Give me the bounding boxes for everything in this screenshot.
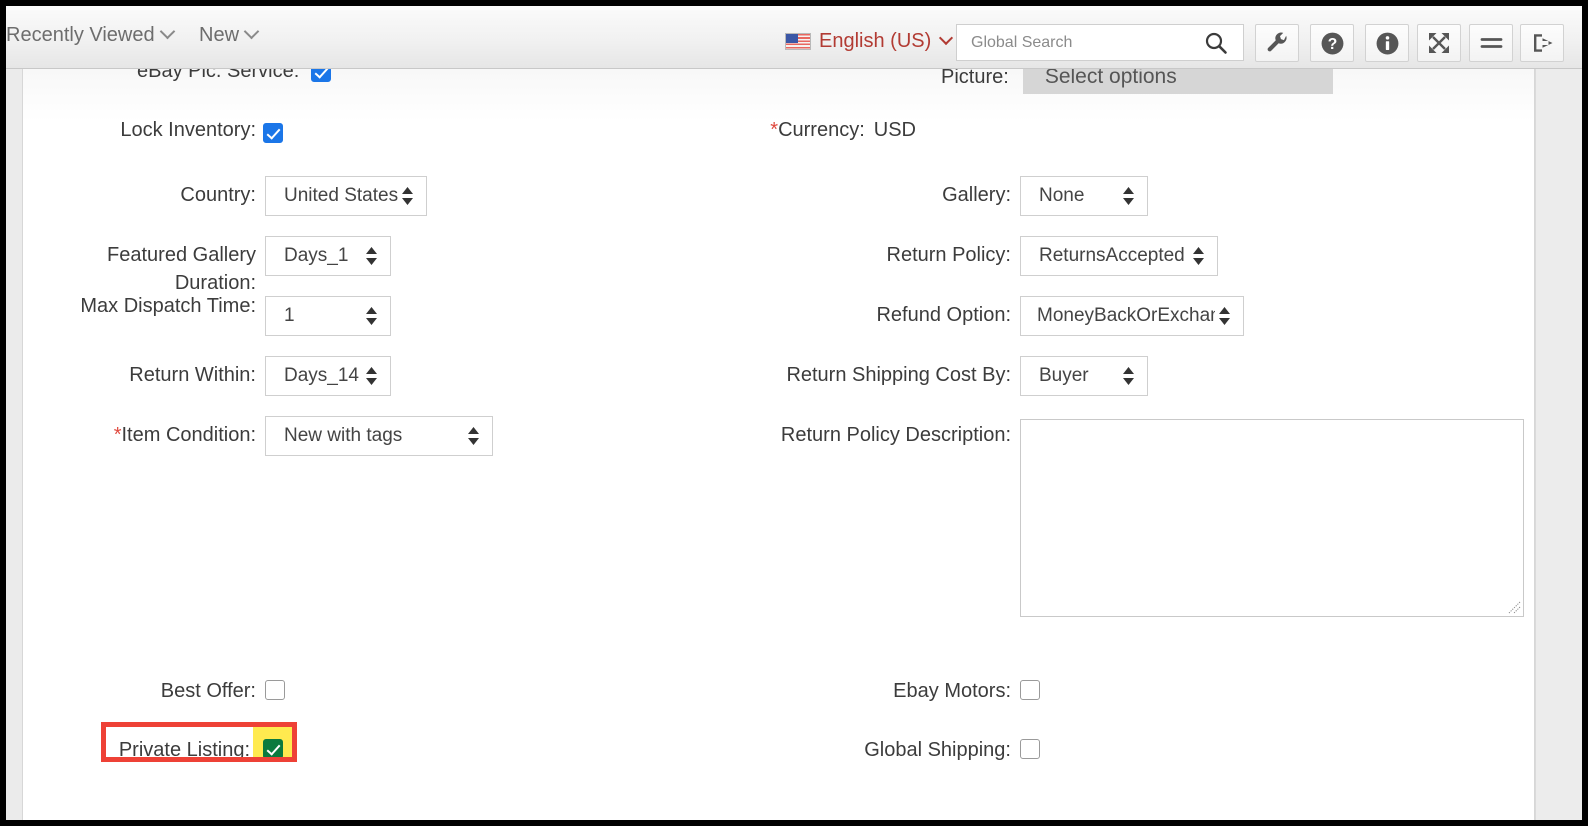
lock-inventory-row: Lock Inventory: <box>6 119 256 142</box>
global-shipping-checkbox[interactable] <box>1020 739 1040 759</box>
search-input[interactable] <box>969 32 1201 53</box>
hamburger-icon <box>1480 38 1502 48</box>
expand-icon <box>1429 33 1449 53</box>
chevron-updown-icon <box>1219 307 1230 325</box>
chevron-updown-icon <box>1123 367 1134 385</box>
featured-gallery-label: Featured Gallery <box>107 244 256 266</box>
item-condition-label: *Item Condition: <box>113 424 256 446</box>
duration-label: Duration: <box>174 272 256 294</box>
help-icon-button[interactable]: ? <box>1310 24 1354 62</box>
max-dispatch-time-value: 1 <box>284 305 295 326</box>
best-offer-label: Best Offer: <box>160 680 256 702</box>
country-label: Country: <box>180 184 256 206</box>
chevron-down-icon <box>159 23 175 40</box>
gallery-select[interactable]: None <box>1020 176 1148 216</box>
new-menu[interactable]: New <box>199 23 260 47</box>
required-star: * <box>770 119 779 141</box>
chevron-down-icon <box>939 30 954 45</box>
featured-gallery-select-value: Days_1 <box>284 245 349 266</box>
lock-inventory-label: Lock Inventory: <box>120 119 256 141</box>
refund-option-value: MoneyBackOrExchange <box>1037 305 1215 326</box>
language-label: English (US) <box>819 30 932 52</box>
gallery-label: Gallery: <box>942 184 1011 206</box>
global-shipping-label: Global Shipping: <box>864 739 1011 761</box>
return-policy-select[interactable]: ReturnsAccepted <box>1020 236 1218 276</box>
ebay-motors-row: Ebay Motors: <box>666 680 1011 703</box>
item-condition-select[interactable]: New with tags <box>265 416 493 456</box>
country-select[interactable]: United States <box>265 176 427 216</box>
return-within-select[interactable]: Days_14 <box>265 356 391 396</box>
max-dispatch-time-select[interactable]: 1 <box>265 296 391 336</box>
svg-text:?: ? <box>1327 36 1337 53</box>
top-header-bar: Recently Viewed New English (US) Global … <box>6 6 1582 69</box>
search-icon[interactable] <box>1203 30 1229 56</box>
item-condition-row: *Item Condition: <box>6 424 256 447</box>
resize-grip-icon[interactable] <box>1507 600 1521 614</box>
language-selector[interactable]: English (US) <box>785 30 954 53</box>
currency-label: *Currency: <box>770 119 865 141</box>
max-dispatch-time-label: Max Dispatch Time: <box>80 295 256 317</box>
return-policy-label: Return Policy: <box>886 244 1012 266</box>
gallery-row: Gallery: <box>666 184 1011 207</box>
return-shipping-cost-value: Buyer <box>1039 365 1089 386</box>
chevron-updown-icon <box>1193 247 1204 265</box>
refund-option-label: Refund Option: <box>876 304 1011 326</box>
recently-viewed-menu[interactable]: Recently Viewed <box>6 23 175 47</box>
return-policy-description-label: Return Policy Description: <box>780 424 1011 446</box>
new-label: New <box>199 24 240 46</box>
currency-value: USD <box>873 119 916 141</box>
return-within-label: Return Within: <box>129 364 256 386</box>
chevron-down-icon <box>243 23 260 40</box>
private-listing-label: Private Listing: <box>118 739 250 761</box>
return-shipping-cost-row: Return Shipping Cost By: <box>666 364 1011 387</box>
return-within-value: Days_14 <box>284 365 359 386</box>
return-policy-value: ReturnsAccepted <box>1039 245 1185 266</box>
chevron-updown-icon <box>402 187 413 205</box>
global-shipping-row: Global Shipping: <box>666 739 1011 762</box>
recently-viewed-label: Recently Viewed <box>6 24 155 46</box>
return-shipping-cost-label: Return Shipping Cost By: <box>786 364 1011 386</box>
help-icon: ? <box>1321 32 1343 54</box>
featured-gallery-select[interactable]: Days_1 <box>265 236 391 276</box>
country-select-value: United States <box>284 185 399 206</box>
info-icon <box>1376 32 1398 54</box>
chevron-updown-icon <box>366 307 377 325</box>
return-shipping-cost-select[interactable]: Buyer <box>1020 356 1148 396</box>
private-listing-row: Private Listing: <box>6 739 250 762</box>
gallery-value: None <box>1039 185 1085 206</box>
logout-icon-button[interactable] <box>1520 24 1564 62</box>
best-offer-row: Best Offer: <box>6 680 256 703</box>
ebay-motors-checkbox[interactable] <box>1020 680 1040 700</box>
item-condition-value: New with tags <box>284 425 403 446</box>
chevron-updown-icon <box>366 247 377 265</box>
app-window: eBay Pic. Service: Picture: Select optio… <box>6 6 1582 820</box>
max-dispatch-time-row: Duration: Max Dispatch Time: <box>6 272 256 318</box>
wrench-icon-button[interactable] <box>1255 24 1299 62</box>
lock-inventory-checkbox[interactable] <box>263 123 283 143</box>
us-flag-icon <box>785 33 811 50</box>
chevron-updown-icon <box>366 367 377 385</box>
return-policy-row: Return Policy: <box>666 244 1012 267</box>
refund-option-select[interactable]: MoneyBackOrExchange <box>1020 296 1244 336</box>
logout-icon <box>1533 34 1552 52</box>
refund-option-row: Refund Option: <box>666 304 1011 327</box>
expand-icon-button[interactable] <box>1417 24 1461 62</box>
best-offer-checkbox[interactable] <box>265 680 285 700</box>
return-policy-description-textarea[interactable] <box>1020 419 1524 617</box>
hamburger-icon-button[interactable] <box>1469 24 1513 62</box>
country-row: Country: <box>6 184 256 207</box>
chevron-updown-icon <box>1123 187 1134 205</box>
featured-gallery-row: Featured Gallery <box>6 244 256 267</box>
chevron-updown-icon <box>468 427 479 445</box>
ebay-motors-label: Ebay Motors: <box>893 680 1011 702</box>
currency-row: *Currency: USD <box>666 119 916 142</box>
wrench-icon <box>1267 32 1287 51</box>
return-policy-description-row: Return Policy Description: <box>666 424 1011 447</box>
scrollbar-gutter[interactable] <box>1535 69 1582 820</box>
return-within-row: Return Within: <box>6 364 256 387</box>
global-search-box[interactable] <box>956 24 1244 61</box>
info-icon-button[interactable] <box>1365 24 1409 62</box>
private-listing-checkbox[interactable] <box>263 739 283 759</box>
